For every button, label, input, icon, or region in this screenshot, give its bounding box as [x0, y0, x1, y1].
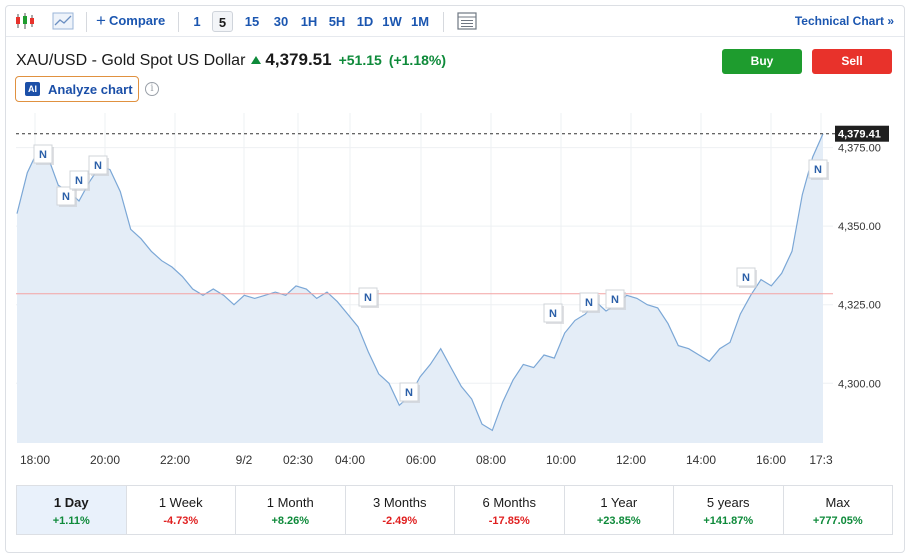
period-label: 1 Month — [266, 495, 314, 510]
performance-periods: 1 Day +1.11% 1 Week -4.73% 1 Month +8.26% 3 Mo… — [16, 485, 893, 535]
period-tab[interactable]: 6 Months -17.85% — [455, 486, 565, 534]
news-marker-letter: N — [611, 294, 619, 306]
price-chart[interactable]: Investing.com4,375.004,350.004,325.004,3… — [6, 6, 904, 481]
news-marker-letter: N — [39, 149, 47, 161]
period-change: +141.87% — [703, 515, 754, 527]
period-tab[interactable]: 5 years +141.87% — [674, 486, 784, 534]
news-marker-letter: N — [585, 297, 593, 309]
x-tick-label: 14:00 — [686, 453, 716, 467]
period-label: Max — [825, 495, 851, 510]
period-change: +777.05% — [812, 515, 863, 527]
x-tick-label: 02:30 — [283, 453, 313, 467]
news-marker[interactable]: N — [808, 159, 829, 180]
period-tab[interactable]: 3 Months -2.49% — [346, 486, 455, 534]
x-tick-label: 9/2 — [236, 453, 253, 467]
x-tick-label: 17:3 — [809, 453, 833, 467]
period-label: 5 years — [706, 495, 750, 510]
period-label: 1 Day — [53, 495, 89, 510]
period-tab[interactable]: 1 Year +23.85% — [565, 486, 674, 534]
period-change: +23.85% — [596, 515, 641, 527]
period-label: 1 Year — [600, 495, 638, 510]
period-change: -2.49% — [382, 515, 418, 527]
news-marker-letter: N — [75, 175, 83, 187]
period-label: 1 Week — [158, 495, 203, 510]
x-tick-label: 22:00 — [160, 453, 190, 467]
news-marker-letter: N — [549, 308, 557, 320]
x-tick-label: 18:00 — [20, 453, 50, 467]
x-tick-label: 10:00 — [546, 453, 576, 467]
x-tick-label: 06:00 — [406, 453, 436, 467]
period-change: +8.26% — [271, 515, 310, 527]
news-marker-letter: N — [364, 292, 372, 304]
period-label: 3 Months — [373, 495, 427, 510]
news-marker-letter: N — [94, 160, 102, 172]
news-marker[interactable]: N — [69, 170, 90, 191]
x-tick-label: 16:00 — [756, 453, 786, 467]
period-label: 6 Months — [482, 495, 536, 510]
news-marker[interactable]: N — [543, 303, 564, 324]
last-price-label: 4,379.41 — [835, 125, 889, 142]
news-marker[interactable]: N — [33, 144, 54, 165]
news-marker-letter: N — [405, 387, 413, 399]
news-marker[interactable]: N — [358, 287, 379, 308]
x-tick-label: 08:00 — [476, 453, 506, 467]
news-marker-letter: N — [814, 164, 822, 176]
period-tab[interactable]: 1 Day +1.11% — [17, 486, 127, 534]
period-change: -17.85% — [488, 515, 530, 527]
last-price-label-text: 4,379.41 — [838, 129, 881, 141]
x-tick-label: 20:00 — [90, 453, 120, 467]
period-tab[interactable]: Max +777.05% — [784, 486, 893, 534]
y-tick-label: 4,325.00 — [838, 300, 881, 312]
y-tick-label: 4,375.00 — [838, 143, 881, 155]
chart-widget: + Compare 1 5 15 30 1H 5H 1D 1W 1M Techn… — [5, 5, 905, 553]
period-tab[interactable]: 1 Month +8.26% — [236, 486, 346, 534]
news-marker-letter: N — [62, 191, 70, 203]
news-marker[interactable]: N — [579, 292, 600, 313]
news-marker[interactable]: N — [399, 382, 420, 403]
y-tick-label: 4,350.00 — [838, 221, 881, 233]
period-tab[interactable]: 1 Week -4.73% — [127, 486, 236, 534]
news-marker[interactable]: N — [88, 155, 109, 176]
x-tick-label: 12:00 — [616, 453, 646, 467]
x-tick-label: 04:00 — [335, 453, 365, 467]
period-change: +1.11% — [52, 515, 90, 527]
y-tick-label: 4,300.00 — [838, 378, 881, 390]
period-change: -4.73% — [163, 515, 199, 527]
news-marker-letter: N — [742, 272, 750, 284]
news-marker[interactable]: N — [736, 267, 757, 288]
news-marker[interactable]: N — [605, 289, 626, 310]
